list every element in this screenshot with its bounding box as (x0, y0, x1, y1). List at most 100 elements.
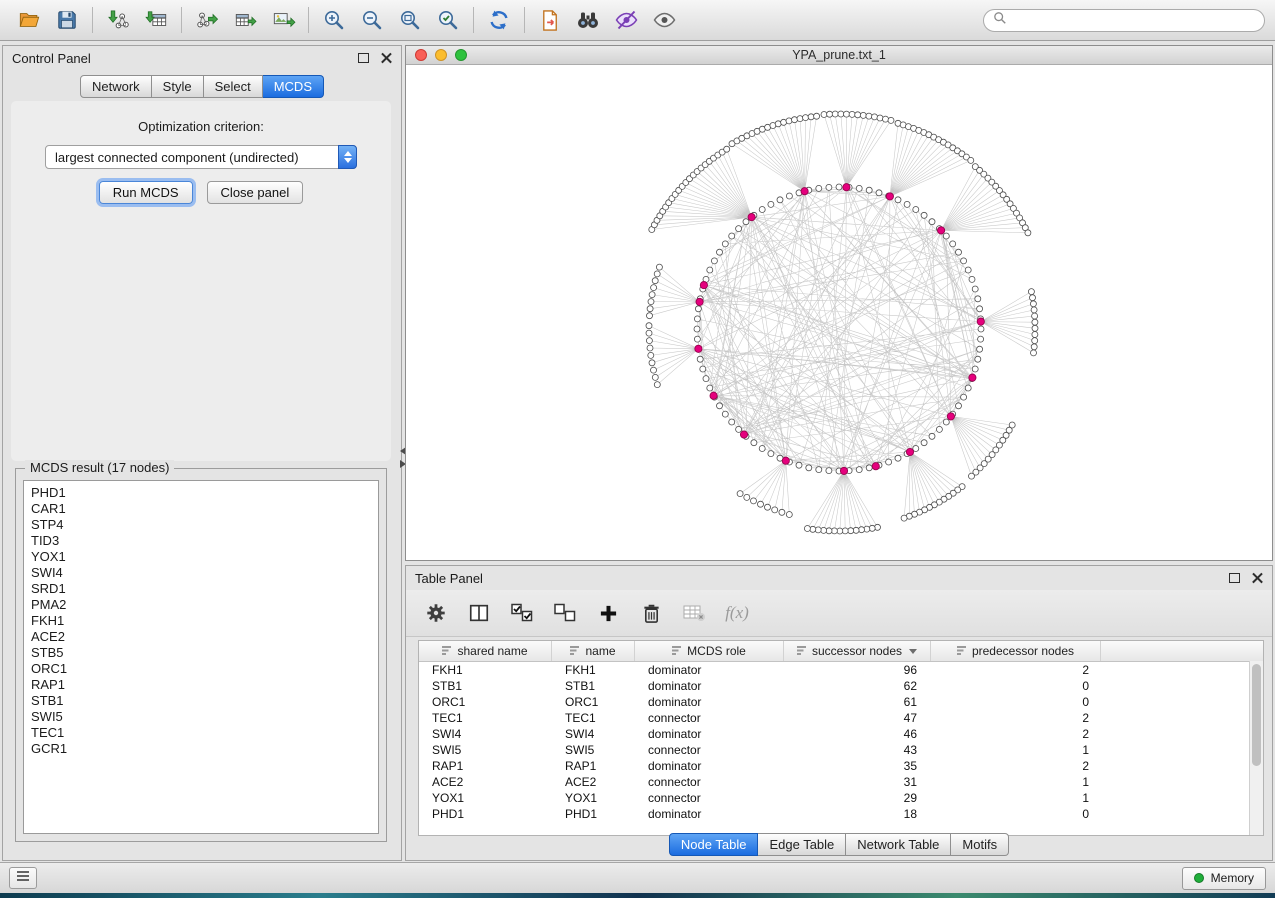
cell-shared-name[interactable]: SWI5 (419, 743, 552, 757)
mcds-result-item[interactable]: TEC1 (31, 725, 378, 741)
table-row[interactable]: YOX1YOX1connector291 (419, 790, 1263, 806)
cell-mcds-role[interactable]: connector (635, 711, 784, 725)
cell-predecessor-nodes[interactable]: 1 (931, 775, 1101, 789)
column-settings-icon[interactable] (424, 600, 448, 626)
cell-name[interactable]: RAP1 (552, 759, 635, 773)
import-network-icon[interactable] (99, 5, 137, 35)
cell-mcds-role[interactable]: connector (635, 791, 784, 805)
share-document-icon[interactable] (531, 5, 569, 35)
float-table-panel-icon[interactable] (1229, 573, 1240, 583)
memory-button[interactable]: Memory (1182, 867, 1266, 890)
mcds-result-item[interactable]: PMA2 (31, 597, 378, 613)
tab-motifs[interactable]: Motifs (951, 833, 1009, 856)
table-row[interactable]: PHD1PHD1dominator180 (419, 806, 1263, 822)
mcds-result-item[interactable]: ORC1 (31, 661, 378, 677)
cell-name[interactable]: STB1 (552, 679, 635, 693)
cell-name[interactable]: FKH1 (552, 663, 635, 677)
zoom-in-icon[interactable] (315, 5, 353, 35)
tab-network[interactable]: Network (80, 75, 152, 98)
mcds-result-item[interactable]: ACE2 (31, 629, 378, 645)
cell-name[interactable]: ORC1 (552, 695, 635, 709)
cell-mcds-role[interactable]: dominator (635, 759, 784, 773)
maximize-window-icon[interactable] (455, 49, 467, 61)
network-canvas[interactable] (406, 64, 1272, 560)
search-box[interactable] (983, 9, 1265, 32)
criterion-select[interactable]: largest connected component (undirected) (45, 145, 357, 169)
cell-shared-name[interactable]: FKH1 (419, 663, 552, 677)
cell-shared-name[interactable]: RAP1 (419, 759, 552, 773)
cell-successor-nodes[interactable]: 18 (784, 807, 931, 821)
mcds-result-item[interactable]: GCR1 (31, 741, 378, 757)
import-table-icon[interactable] (137, 5, 175, 35)
cell-predecessor-nodes[interactable]: 0 (931, 695, 1101, 709)
cell-shared-name[interactable]: STB1 (419, 679, 552, 693)
tab-mcds[interactable]: MCDS (263, 75, 324, 98)
mcds-result-item[interactable]: SWI5 (31, 709, 378, 725)
cell-shared-name[interactable]: SWI4 (419, 727, 552, 741)
cell-successor-nodes[interactable]: 61 (784, 695, 931, 709)
cell-mcds-role[interactable]: dominator (635, 695, 784, 709)
column-header-predecessor-nodes[interactable]: predecessor nodes (931, 641, 1101, 661)
close-window-icon[interactable] (415, 49, 427, 61)
cell-mcds-role[interactable]: dominator (635, 727, 784, 741)
column-header-MCDS-role[interactable]: MCDS role (635, 641, 784, 661)
tab-style[interactable]: Style (152, 75, 204, 98)
cell-predecessor-nodes[interactable]: 0 (931, 807, 1101, 821)
mcds-result-item[interactable]: RAP1 (31, 677, 378, 693)
minimize-window-icon[interactable] (435, 49, 447, 61)
table-row[interactable]: RAP1RAP1dominator352 (419, 758, 1263, 774)
add-row-icon[interactable] (596, 600, 620, 626)
table-row[interactable]: TEC1TEC1connector472 (419, 710, 1263, 726)
float-panel-icon[interactable] (358, 53, 369, 63)
table-row[interactable]: ORC1ORC1dominator610 (419, 694, 1263, 710)
cell-successor-nodes[interactable]: 43 (784, 743, 931, 757)
column-header-shared-name[interactable]: shared name (419, 641, 552, 661)
show-details-icon[interactable] (645, 5, 683, 35)
table-row[interactable]: FKH1FKH1dominator962 (419, 662, 1263, 678)
cell-name[interactable]: SWI5 (552, 743, 635, 757)
refresh-icon[interactable] (480, 5, 518, 35)
binoculars-icon[interactable] (569, 5, 607, 35)
cell-predecessor-nodes[interactable]: 2 (931, 711, 1101, 725)
cell-successor-nodes[interactable]: 29 (784, 791, 931, 805)
close-panel-button[interactable]: Close panel (207, 181, 304, 204)
zoom-selected-icon[interactable] (429, 5, 467, 35)
cell-shared-name[interactable]: TEC1 (419, 711, 552, 725)
cell-predecessor-nodes[interactable]: 1 (931, 791, 1101, 805)
mcds-result-item[interactable]: STB5 (31, 645, 378, 661)
zoom-fit-icon[interactable] (391, 5, 429, 35)
column-header-successor-nodes[interactable]: successor nodes (784, 641, 931, 661)
cell-name[interactable]: TEC1 (552, 711, 635, 725)
table-row[interactable]: STB1STB1dominator620 (419, 678, 1263, 694)
run-mcds-button[interactable]: Run MCDS (99, 181, 193, 204)
open-file-icon[interactable] (10, 5, 48, 35)
cell-successor-nodes[interactable]: 62 (784, 679, 931, 693)
export-image-icon[interactable] (264, 5, 302, 35)
mcds-result-item[interactable]: STP4 (31, 517, 378, 533)
cell-shared-name[interactable]: ACE2 (419, 775, 552, 789)
zoom-out-icon[interactable] (353, 5, 391, 35)
cell-predecessor-nodes[interactable]: 0 (931, 679, 1101, 693)
mcds-result-item[interactable]: STB1 (31, 693, 378, 709)
mcds-result-list[interactable]: PHD1CAR1STP4TID3YOX1SWI4SRD1PMA2FKH1ACE2… (23, 480, 379, 834)
table-row[interactable]: SWI4SWI4dominator462 (419, 726, 1263, 742)
cell-name[interactable]: ACE2 (552, 775, 635, 789)
unselect-all-icon[interactable] (553, 600, 577, 626)
cell-name[interactable]: PHD1 (552, 807, 635, 821)
mcds-result-item[interactable]: FKH1 (31, 613, 378, 629)
export-table-icon[interactable] (226, 5, 264, 35)
close-panel-icon[interactable] (381, 53, 392, 64)
table-row[interactable]: SWI5SWI5connector431 (419, 742, 1263, 758)
search-input[interactable] (1013, 12, 1255, 28)
cell-mcds-role[interactable]: dominator (635, 807, 784, 821)
cell-successor-nodes[interactable]: 35 (784, 759, 931, 773)
task-history-button[interactable] (9, 867, 37, 889)
delete-row-icon[interactable] (639, 600, 663, 626)
save-icon[interactable] (48, 5, 86, 35)
cell-shared-name[interactable]: YOX1 (419, 791, 552, 805)
cell-name[interactable]: YOX1 (552, 791, 635, 805)
tab-select[interactable]: Select (204, 75, 263, 98)
cell-shared-name[interactable]: ORC1 (419, 695, 552, 709)
cell-successor-nodes[interactable]: 46 (784, 727, 931, 741)
cell-predecessor-nodes[interactable]: 2 (931, 759, 1101, 773)
